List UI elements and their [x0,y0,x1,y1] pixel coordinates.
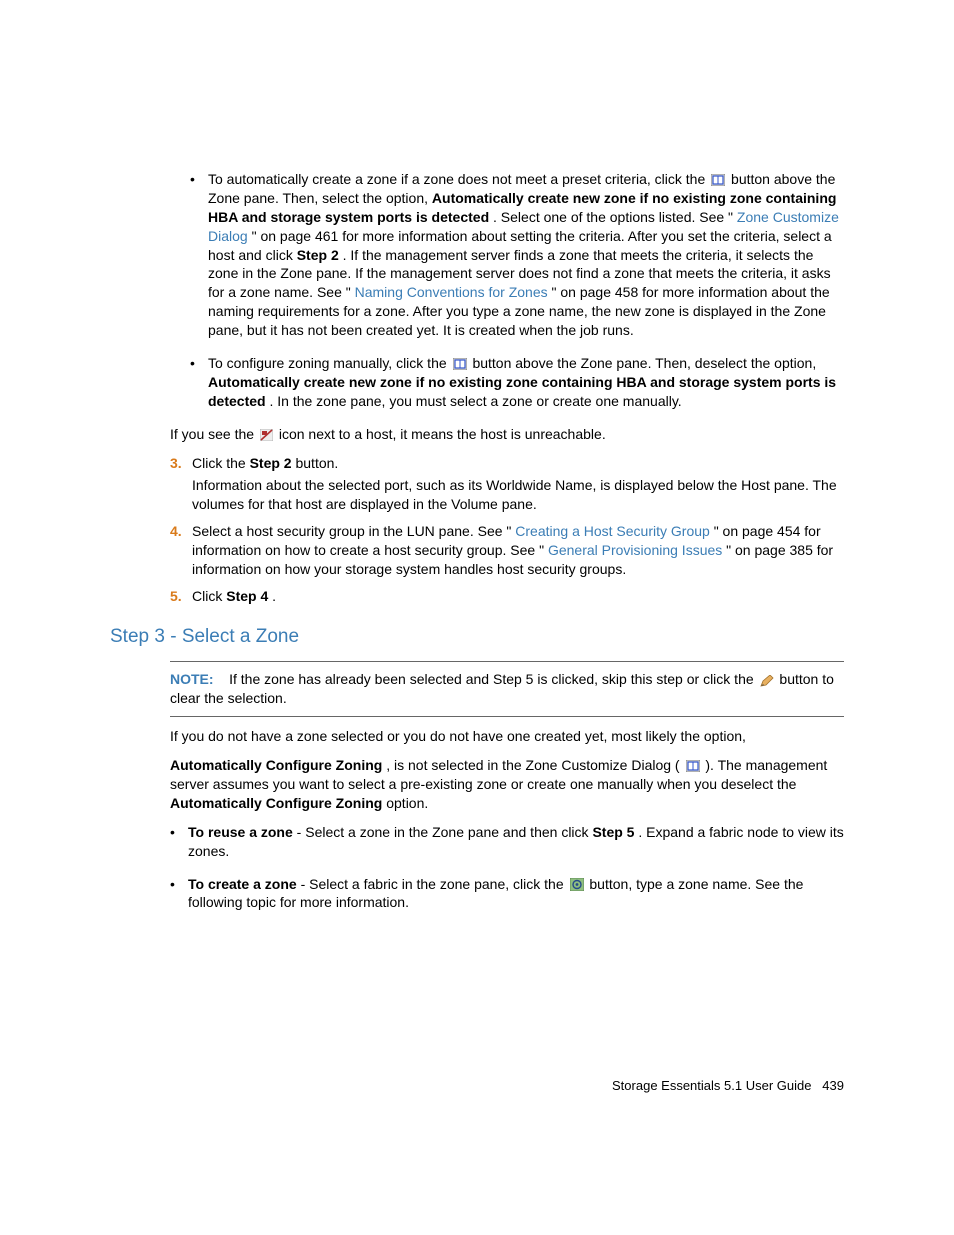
text: If you see the [170,426,258,442]
text: To automatically create a zone if a zone… [208,171,709,187]
step-subtext: Information about the selected port, suc… [192,476,844,514]
bold-text: Step 2 [250,455,292,471]
panel-icon [453,358,467,370]
page-number: 439 [822,1078,844,1093]
bold-text: Step 2 [297,247,339,263]
bold-text: Step 4 [226,588,268,604]
note-block: NOTE: If the zone has already been selec… [170,661,844,717]
page: To automatically create a zone if a zone… [0,0,954,1235]
section-heading: Step 3 - Select a Zone [110,624,844,650]
bullet-create-zone: To create a zone - Select a fabric in th… [170,875,844,913]
text: icon next to a host, it means the host i… [279,426,606,442]
panel-icon [686,760,700,772]
text: button above the Zone pane. Then, desele… [472,355,816,371]
text: . [272,588,276,604]
bold-text: Automatically Configure Zoning [170,757,382,773]
content: To automatically create a zone if a zone… [110,170,844,912]
bottom-bullet-list: To reuse a zone - Select a zone in the Z… [170,823,844,913]
step-4: 4. Select a host security group in the L… [170,522,844,579]
text: - [297,824,306,840]
text: option. [386,795,428,811]
text: , is not selected in the Zone Customize … [386,757,679,773]
paragraph: Automatically Configure Zoning , is not … [170,756,844,813]
text: . Select one of the options listed. See … [493,209,733,225]
bold-text: To reuse a zone [188,824,293,840]
step-marker: 3. [170,454,182,473]
page-footer: Storage Essentials 5.1 User Guide 439 [612,1077,844,1095]
text: Click the [192,455,250,471]
step-5: 5. Click Step 4 . [170,587,844,606]
unreachable-note: If you see the icon next to a host, it m… [170,425,844,444]
link-naming-conventions[interactable]: Naming Conventions for Zones [355,284,548,300]
new-zone-icon [570,878,584,891]
text: . In the zone pane, you must select a zo… [269,393,681,409]
top-bullet-list: To automatically create a zone if a zone… [190,170,844,411]
bullet-reuse-zone: To reuse a zone - Select a zone in the Z… [170,823,844,861]
text: To configure zoning manually, click the [208,355,451,371]
paragraph: If you do not have a zone selected or yo… [170,727,844,746]
text: Select a host security group in the LUN … [192,523,511,539]
bold-text: Step 5 [592,824,634,840]
panel-icon [711,174,725,186]
text: - [301,876,310,892]
text: button. [295,455,338,471]
numbered-steps: 3. Click the Step 2 button. Information … [170,454,844,606]
text: If the zone has already been selected an… [229,671,757,687]
text: Click [192,588,226,604]
step-marker: 5. [170,587,182,606]
step-3: 3. Click the Step 2 button. Information … [170,454,844,515]
bullet-auto-zone: To automatically create a zone if a zone… [190,170,844,340]
unreachable-icon [260,429,273,441]
link-host-security-group[interactable]: Creating a Host Security Group [515,523,710,539]
step-marker: 4. [170,522,182,541]
bold-text: Automatically Configure Zoning [170,795,382,811]
footer-text: Storage Essentials 5.1 User Guide [612,1078,811,1093]
link-general-provisioning-issues[interactable]: General Provisioning Issues [548,542,722,558]
bullet-manual-zone: To configure zoning manually, click the … [190,354,844,411]
pencil-icon [760,675,774,687]
text: Select a fabric in the zone pane, click … [309,876,567,892]
note-label: NOTE: [170,671,214,687]
text: Select a zone in the Zone pane and then … [305,824,592,840]
bold-text: To create a zone [188,876,297,892]
